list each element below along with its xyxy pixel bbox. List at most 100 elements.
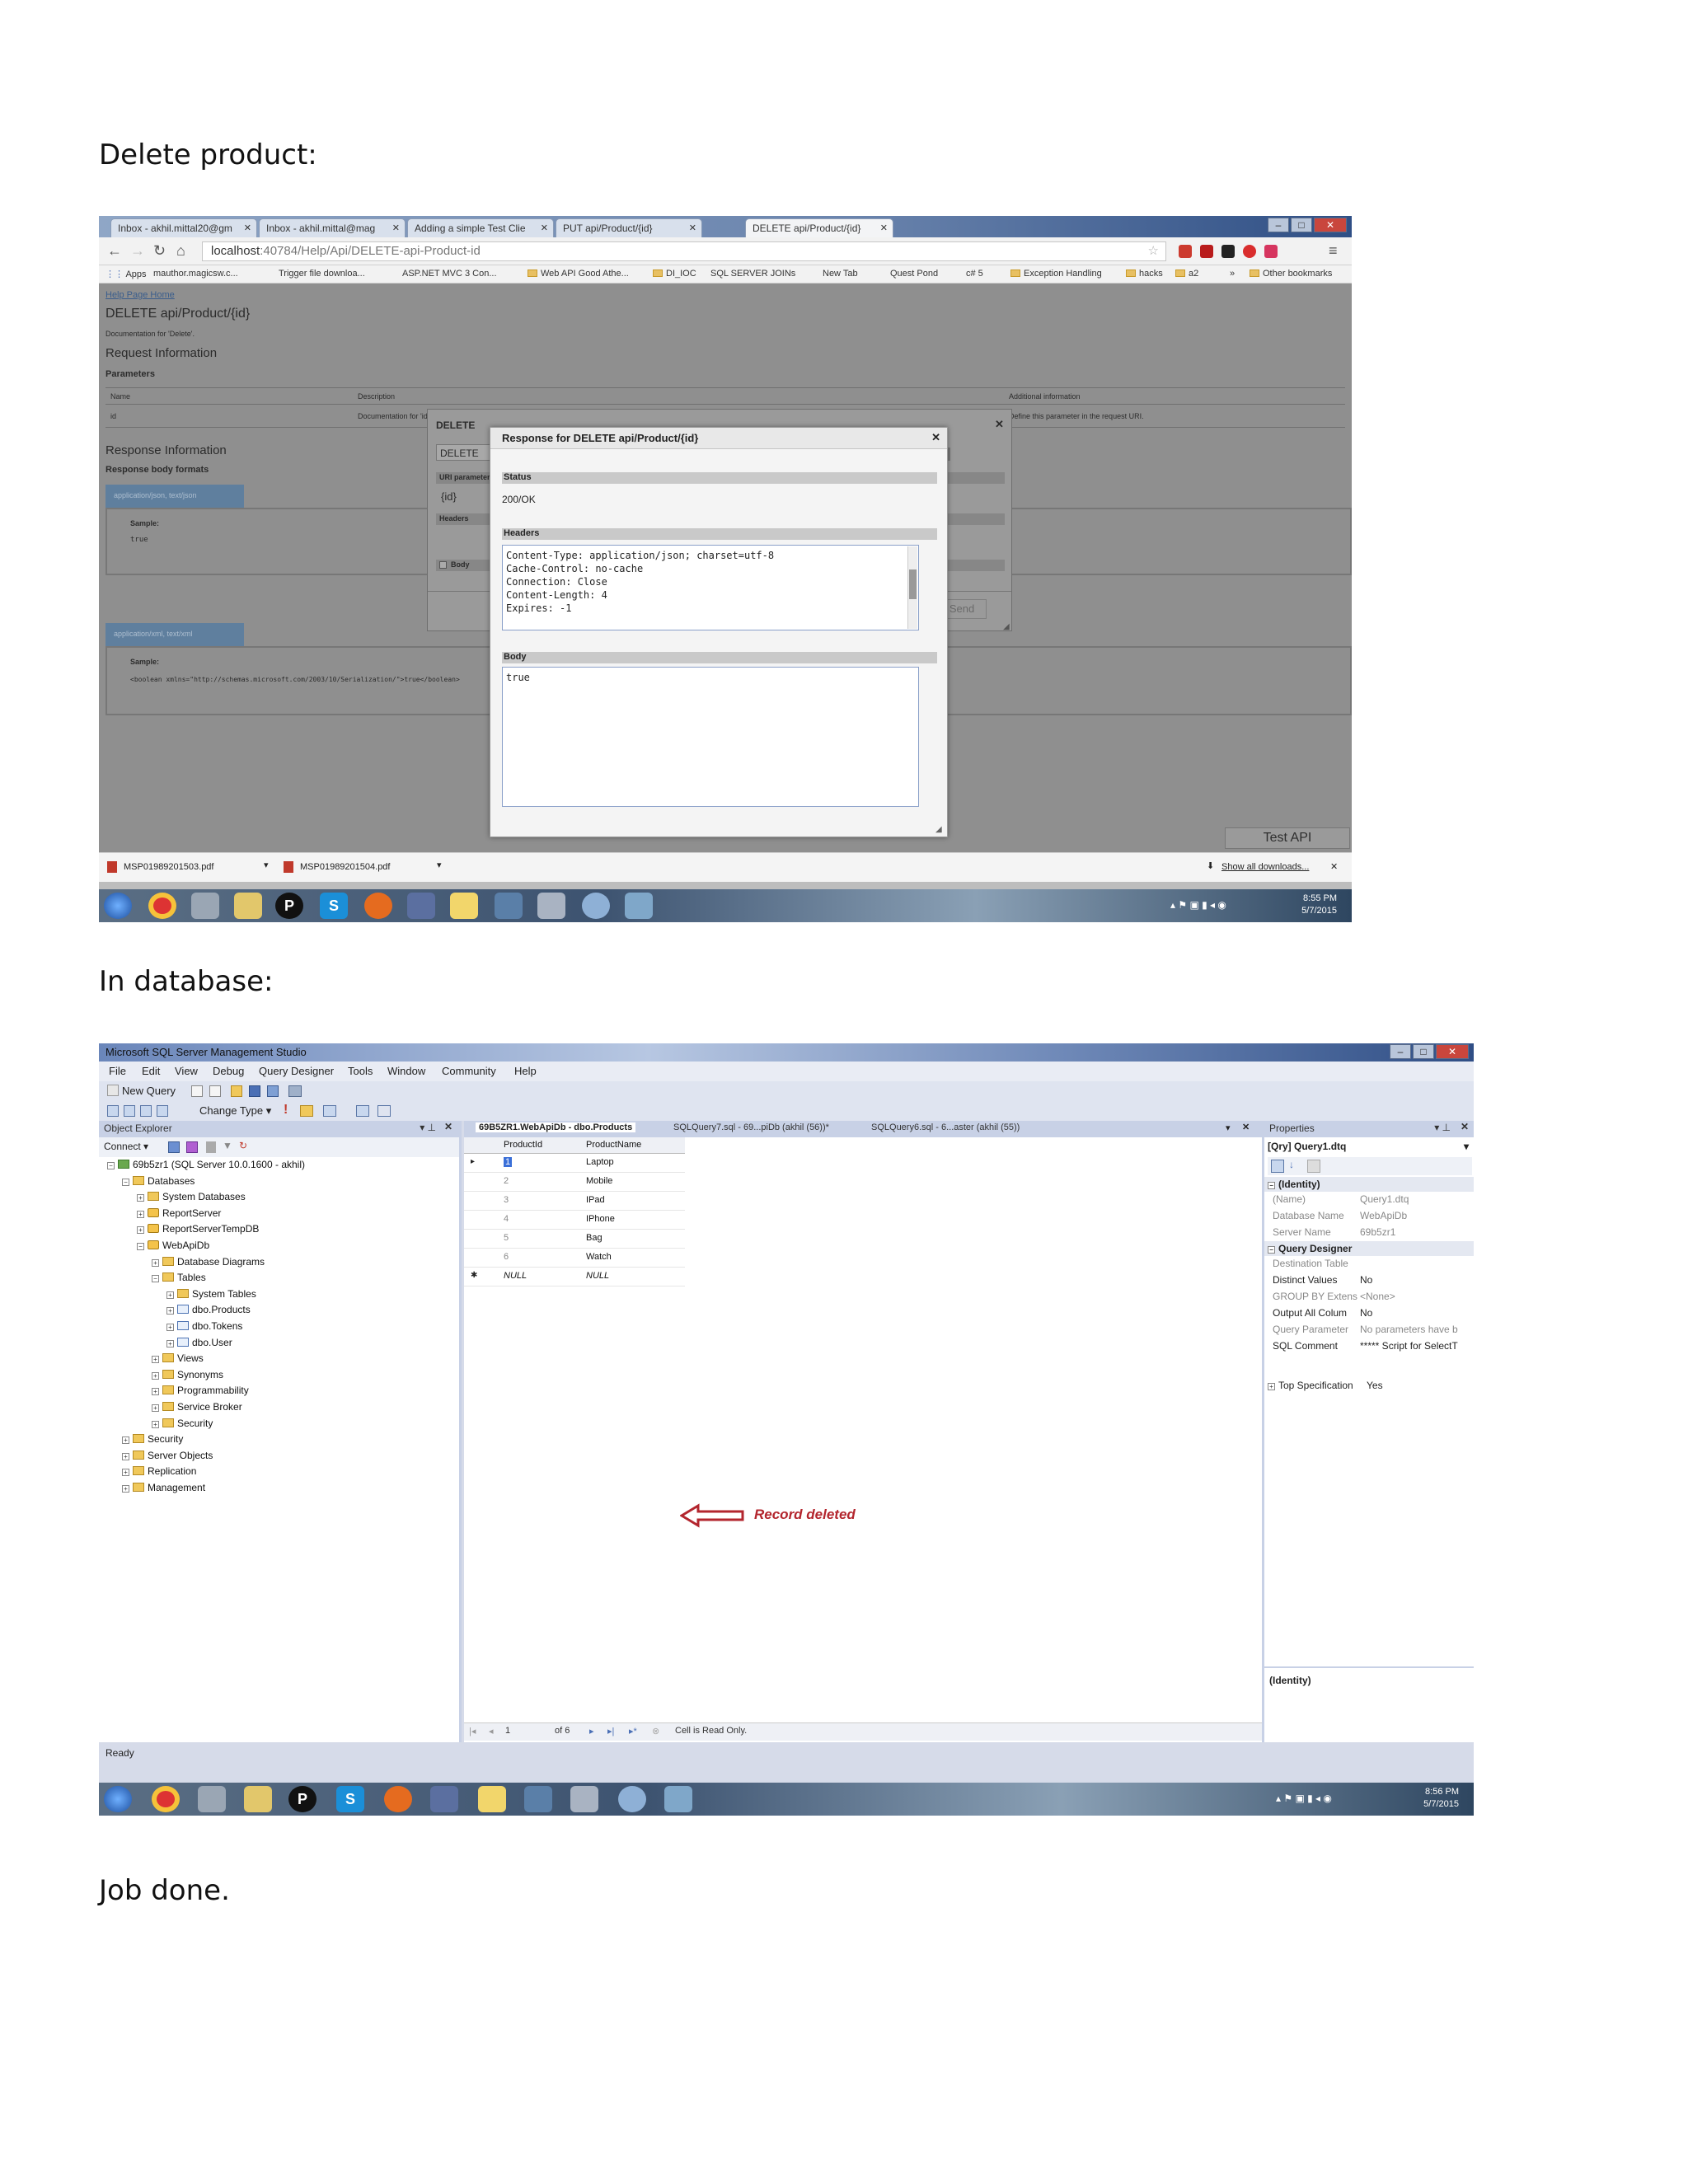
collapse-icon[interactable]: − (122, 1178, 129, 1186)
category-identity[interactable]: − (Identity) (1264, 1177, 1474, 1192)
star-icon[interactable]: ☆ (1148, 243, 1159, 258)
collapse-icon[interactable]: − (137, 1243, 144, 1250)
table-cell[interactable]: Mobile (586, 1176, 612, 1186)
close-window-button[interactable]: ✕ (1436, 1044, 1469, 1059)
explorer-icon[interactable] (234, 893, 262, 919)
property-row[interactable]: SQL Comment ***** Script for SelectT (1273, 1340, 1474, 1352)
app-icon[interactable] (407, 893, 435, 919)
add-table-icon[interactable] (356, 1105, 369, 1117)
alphabetical-icon[interactable]: ↓ (1289, 1159, 1294, 1170)
table-cell[interactable]: Laptop (586, 1157, 614, 1167)
stop-icon[interactable] (206, 1141, 216, 1153)
app-icon[interactable]: P (275, 893, 303, 919)
change-type-dropdown[interactable]: Change Type ▾ (199, 1104, 271, 1118)
scrollbar[interactable] (907, 546, 917, 629)
add-derived-table-icon[interactable] (377, 1105, 391, 1117)
help-home-link[interactable]: Help Page Home (106, 290, 175, 300)
expand-icon[interactable]: + (166, 1324, 174, 1331)
tab-inbox-magic[interactable]: Inbox - akhil.mittal@mag ✕ (259, 218, 406, 237)
firefox-icon[interactable] (384, 1786, 412, 1812)
skype-icon[interactable]: S (336, 1786, 364, 1812)
minimize-button[interactable]: – (1268, 218, 1289, 232)
tree-node[interactable]: − Tables (152, 1272, 206, 1283)
table-cell[interactable]: 3 (504, 1195, 509, 1205)
table-cell[interactable]: 1 (504, 1157, 513, 1167)
property-row[interactable]: Database Name WebApiDb (1273, 1210, 1474, 1221)
expand-icon[interactable]: + (137, 1210, 144, 1218)
bookmark-folder[interactable]: hacks (1126, 269, 1163, 279)
maximize-button[interactable]: □ (1291, 218, 1312, 232)
expand-icon[interactable]: + (122, 1485, 129, 1493)
property-row[interactable]: Query Parameter No parameters have b (1273, 1324, 1474, 1335)
start-icon[interactable] (104, 1786, 132, 1812)
expand-icon[interactable]: + (152, 1371, 159, 1380)
bookmark-folder[interactable]: DI_IOC (653, 269, 696, 279)
save-icon[interactable] (249, 1085, 260, 1097)
new-record-icon[interactable]: ▸* (629, 1726, 637, 1736)
collapse-icon[interactable]: − (107, 1162, 115, 1169)
explorer-icon[interactable] (244, 1786, 272, 1812)
back-icon[interactable]: ← (107, 242, 122, 260)
last-record-icon[interactable]: ▸| (607, 1726, 614, 1736)
close-icon[interactable]: ✕ (244, 223, 251, 233)
bookmark-apps[interactable]: ⋮⋮ Apps (106, 269, 147, 279)
response-headers-textarea[interactable]: Content-Type: application/json; charset=… (502, 545, 919, 630)
bookmark-item[interactable]: Quest Pond (890, 269, 938, 279)
menu-query-designer[interactable]: Query Designer (259, 1065, 334, 1077)
chrome-icon[interactable] (152, 1786, 180, 1812)
app-icon[interactable] (625, 893, 653, 919)
tree-node[interactable]: + System Tables (166, 1288, 256, 1300)
menu-edit[interactable]: Edit (142, 1065, 160, 1077)
bookmark-folder[interactable]: Web API Good Athe... (528, 269, 629, 279)
collapse-icon[interactable]: − (152, 1275, 159, 1283)
expand-icon[interactable]: + (166, 1307, 174, 1315)
verify-sql-icon[interactable] (300, 1105, 313, 1117)
expand-icon[interactable]: + (152, 1388, 159, 1396)
close-icon[interactable]: ✕ (444, 1121, 452, 1132)
tree-node[interactable]: + Views (152, 1352, 204, 1364)
tree-node[interactable]: + System Databases (137, 1191, 246, 1202)
extension-icon[interactable] (1221, 245, 1235, 258)
bookmark-item[interactable]: mauthor.magicsw.c... (153, 269, 238, 279)
visual-studio-icon[interactable] (524, 1786, 552, 1812)
resize-icon[interactable]: ◢ (1003, 622, 1010, 631)
bookmark-folder[interactable]: a2 (1175, 269, 1198, 279)
notepad-icon[interactable] (478, 1786, 506, 1812)
reload-icon[interactable]: ↻ (153, 242, 166, 260)
home-icon[interactable]: ⌂ (176, 242, 185, 260)
test-api-button[interactable]: Test API (1225, 827, 1350, 849)
bookmark-item[interactable]: c# 5 (966, 269, 983, 279)
expand-icon[interactable]: + (122, 1469, 129, 1477)
table-cell[interactable]: IPad (586, 1195, 605, 1205)
format-tab-json[interactable]: application/json, text/json (106, 485, 244, 508)
property-row[interactable]: GROUP BY Extens <None> (1273, 1291, 1474, 1302)
table-row[interactable]: ▸ 1 Laptop (464, 1154, 685, 1173)
notepad-icon[interactable] (450, 893, 478, 919)
close-icon[interactable]: ✕ (689, 223, 696, 233)
tree-node[interactable]: + Programmability (152, 1385, 249, 1396)
resize-icon[interactable]: ◢ (935, 825, 942, 834)
menu-icon[interactable]: ≡ (1329, 242, 1338, 260)
tree-node[interactable]: + Security (152, 1418, 213, 1429)
chevron-down-icon[interactable]: ▾ (1226, 1122, 1231, 1133)
pin-icon[interactable]: ▾ ⊥ (1434, 1122, 1451, 1133)
tree-node[interactable]: − WebApiDb (137, 1240, 209, 1251)
tree-node[interactable]: + Synonyms (152, 1369, 223, 1380)
tree-node[interactable]: + dbo.User (166, 1337, 232, 1348)
column-header-productid[interactable]: ProductId (504, 1140, 542, 1150)
chevron-down-icon[interactable]: ▾ (264, 860, 269, 870)
sql-pane-icon[interactable] (140, 1105, 152, 1117)
tree-node[interactable]: + Management (122, 1482, 205, 1493)
tab-inbox-gmail[interactable]: Inbox - akhil.mittal20@gm ✕ (110, 218, 257, 237)
tree-node[interactable]: + dbo.Products (166, 1304, 251, 1315)
property-row[interactable]: Server Name 69b5zr1 (1273, 1226, 1474, 1238)
table-cell[interactable]: 2 (504, 1176, 509, 1186)
tree-node[interactable]: + Database Diagrams (152, 1256, 265, 1268)
address-bar[interactable]: localhost:40784/Help/Api/DELETE-api-Prod… (202, 241, 1166, 261)
bookmark-folder[interactable]: Exception Handling (1010, 269, 1102, 279)
tree-node[interactable]: + Replication (122, 1465, 196, 1477)
expand-icon[interactable]: + (137, 1226, 144, 1235)
tree-node[interactable]: + Security (122, 1433, 183, 1445)
property-row[interactable]: Destination Table (1273, 1258, 1474, 1269)
diagram-pane-icon[interactable] (107, 1105, 119, 1117)
